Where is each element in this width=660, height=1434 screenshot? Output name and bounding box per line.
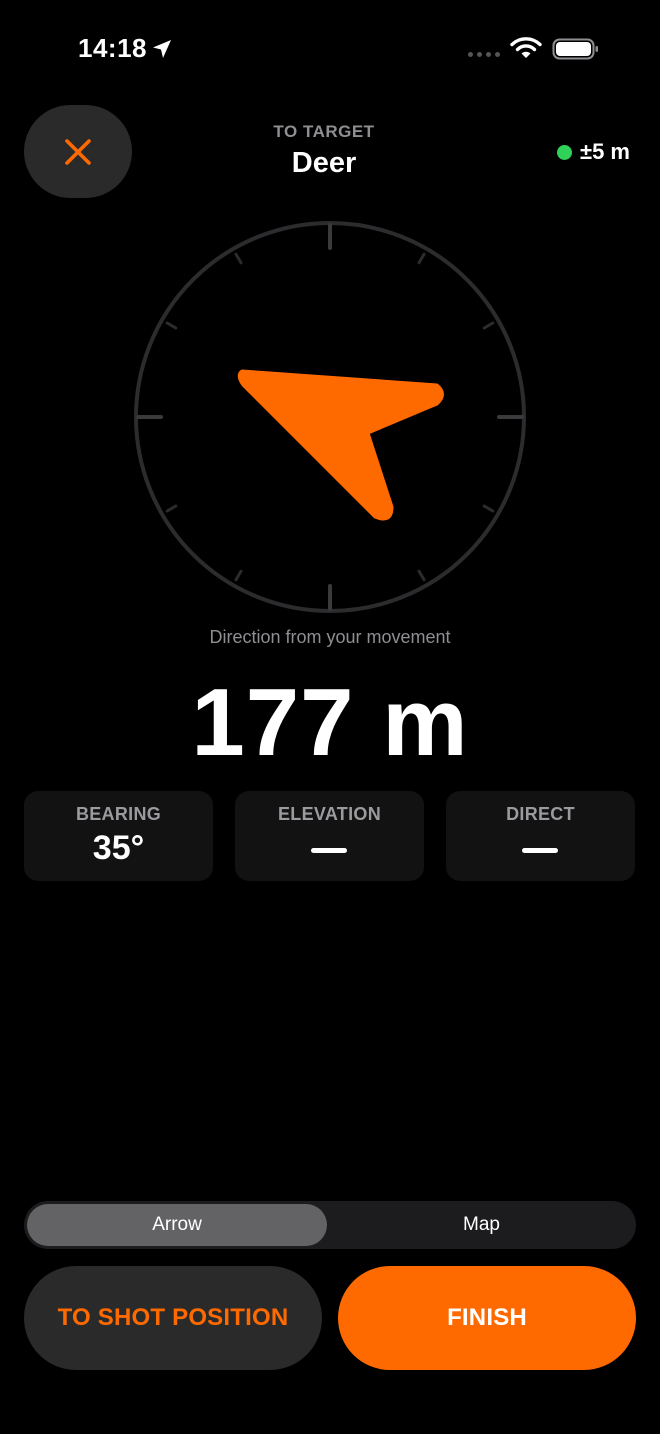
cellular-signal-icon [468, 52, 500, 57]
battery-icon [552, 38, 598, 60]
stat-value-direct-empty [522, 848, 558, 853]
stat-value-bearing: 35° [92, 829, 145, 867]
status-bar: 14:18 [0, 0, 660, 100]
stat-label-direct: DIRECT [506, 804, 575, 824]
gps-accuracy: ±5 m [580, 139, 630, 164]
header-subtitle: TO TARGET [273, 122, 375, 141]
finish-button[interactable]: FINISH [338, 1266, 636, 1370]
stat-card-direct: DIRECT [446, 791, 635, 881]
compass-dial [134, 221, 526, 613]
location-arrow-icon [153, 40, 171, 58]
close-icon [65, 138, 91, 165]
direction-arrow-icon [237, 369, 444, 521]
segment-map[interactable]: Map [330, 1204, 633, 1246]
status-time: 14:18 [78, 33, 147, 63]
stat-card-bearing: BEARING 35° [24, 791, 213, 881]
stat-value-elevation-empty [311, 848, 347, 853]
to-shot-position-button[interactable]: TO SHOT POSITION [24, 1266, 322, 1370]
stat-label-elevation: ELEVATION [277, 804, 382, 824]
close-button[interactable] [24, 105, 132, 198]
direction-caption: Direction from your movement [209, 627, 451, 647]
stat-card-elevation: ELEVATION [235, 791, 424, 881]
segment-arrow[interactable]: Arrow [27, 1204, 327, 1246]
distance-readout: 177 m [191, 669, 469, 776]
stat-label-bearing: BEARING [75, 804, 162, 824]
wifi-icon [510, 37, 542, 58]
view-mode-segmented-control: Arrow Map [24, 1201, 636, 1249]
target-name: Deer [291, 147, 357, 179]
gps-status-dot [557, 145, 572, 160]
